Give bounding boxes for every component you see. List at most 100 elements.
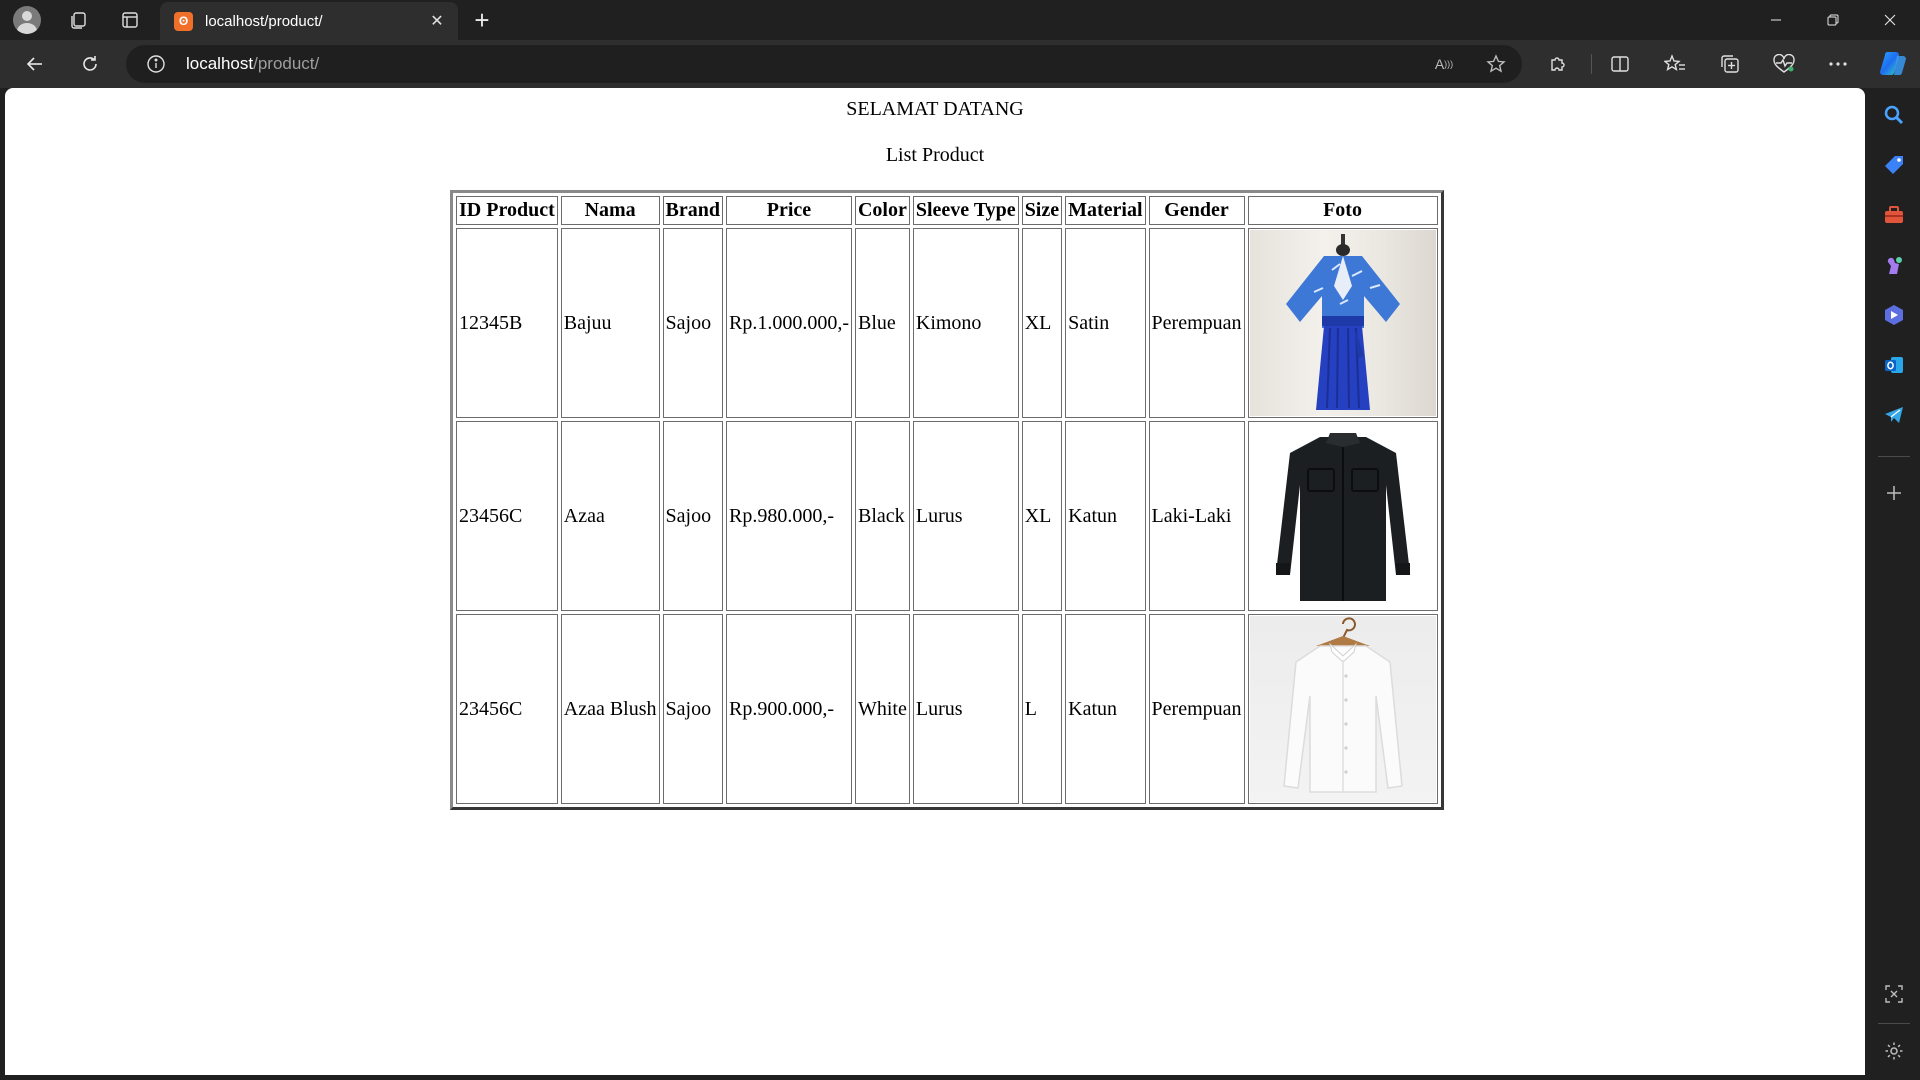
games-icon[interactable] — [1881, 252, 1907, 278]
minimize-button[interactable] — [1748, 0, 1804, 40]
cell-price: Rp.1.000.000,- — [725, 228, 852, 418]
heart-pulse-icon — [1773, 54, 1795, 73]
read-aloud-icon[interactable]: A))) — [1432, 52, 1456, 76]
column-header: Nama — [560, 196, 660, 225]
cell-size: L — [1021, 614, 1063, 804]
favorites-list-icon — [1664, 54, 1685, 71]
profile-avatar-icon — [13, 6, 41, 34]
copilot-app-icon[interactable] — [1881, 302, 1907, 328]
toolbar-separator — [1591, 54, 1592, 74]
cell-id: 23456C — [456, 421, 558, 611]
column-header: Material — [1065, 196, 1146, 225]
settings-icon[interactable] — [1881, 1038, 1907, 1064]
blue-kimono-dress-photo — [1249, 230, 1436, 416]
url-text[interactable]: localhost/product/ — [186, 54, 319, 74]
sidebar-separator — [1878, 1023, 1910, 1024]
edge-sidebar — [1868, 88, 1920, 1080]
cell-price: Rp.900.000,- — [725, 614, 852, 804]
restore-button[interactable] — [1805, 0, 1861, 40]
collections-icon — [1721, 55, 1739, 73]
cell-material: Katun — [1065, 614, 1146, 804]
copilot-icon — [1880, 52, 1906, 76]
toolbox-icon[interactable] — [1881, 202, 1907, 228]
site-info-icon[interactable] — [146, 54, 166, 74]
column-header: Foto — [1247, 196, 1438, 225]
address-bar[interactable]: localhost/product/ A))) — [126, 45, 1522, 83]
cell-sleeve: Lurus — [912, 421, 1019, 611]
tab-actions-icon — [122, 12, 138, 28]
welcome-heading: SELAMAT DATANG — [846, 98, 1024, 120]
split-screen-icon — [1611, 56, 1629, 72]
cell-brand: Sajoo — [662, 614, 723, 804]
sidebar-separator — [1878, 456, 1910, 457]
table-row: 23456C Azaa Sajoo Rp.980.000,- Black Lur… — [456, 421, 1438, 611]
search-icon[interactable] — [1881, 102, 1907, 128]
workspaces-button[interactable] — [62, 5, 94, 35]
cell-nama: Azaa — [560, 421, 660, 611]
reload-button[interactable] — [72, 46, 108, 82]
collections-button[interactable] — [1716, 50, 1744, 78]
outlook-icon[interactable] — [1881, 352, 1907, 378]
column-header: Gender — [1148, 196, 1245, 225]
close-window-icon — [1884, 14, 1896, 26]
read-aloud-label: A — [1434, 56, 1445, 72]
more-dots-icon — [1829, 62, 1847, 66]
cell-gender: Perempuan — [1148, 228, 1245, 418]
cell-brand: Sajoo — [662, 228, 723, 418]
xampp-icon: ʘ — [174, 11, 193, 31]
copilot-button[interactable] — [1878, 48, 1908, 78]
back-arrow-icon — [26, 57, 42, 71]
minimize-icon — [1771, 19, 1781, 21]
favorites-button[interactable] — [1661, 50, 1689, 78]
page-viewport: SELAMAT DATANG List Product ID Product N… — [5, 88, 1865, 1075]
url-path: /product/ — [253, 54, 320, 73]
browser-toolbar: localhost/product/ A))) — [0, 40, 1920, 88]
puzzle-icon — [1551, 57, 1565, 71]
cell-color: Blue — [854, 228, 910, 418]
product-table: ID Product Nama Brand Price Color Sleeve… — [450, 190, 1444, 810]
add-icon[interactable] — [1881, 480, 1907, 506]
window-bottom-border — [0, 1075, 1920, 1080]
table-row: 23456C Azaa Blush Sajoo Rp.900.000,- Whi… — [456, 614, 1438, 804]
column-header: Brand — [662, 196, 723, 225]
column-header: Sleeve Type — [912, 196, 1019, 225]
column-header: Price — [725, 196, 852, 225]
black-long-sleeve-shirt-photo — [1249, 423, 1436, 609]
tab-close-icon[interactable]: ✕ — [422, 6, 452, 36]
tab-actions-button[interactable] — [114, 5, 146, 35]
cell-sleeve: Lurus — [912, 614, 1019, 804]
close-window-button[interactable] — [1862, 0, 1918, 40]
column-header: ID Product — [456, 196, 558, 225]
cell-gender: Perempuan — [1148, 614, 1245, 804]
cell-material: Satin — [1065, 228, 1146, 418]
extensions-button[interactable] — [1544, 50, 1572, 78]
star-icon — [1486, 54, 1506, 73]
active-tab[interactable]: ʘ localhost/product/ ✕ — [160, 2, 458, 40]
cell-sleeve: Kimono — [912, 228, 1019, 418]
new-tab-button[interactable]: + — [466, 5, 498, 35]
browser-essentials-button[interactable] — [1770, 50, 1798, 78]
telegram-icon[interactable] — [1881, 402, 1907, 428]
cell-photo — [1247, 614, 1438, 804]
more-options-button[interactable] — [1824, 50, 1852, 78]
cell-brand: Sajoo — [662, 421, 723, 611]
reload-icon — [83, 56, 97, 71]
cell-photo — [1247, 228, 1438, 418]
cell-id: 23456C — [456, 614, 558, 804]
cell-photo — [1247, 421, 1438, 611]
back-button[interactable] — [17, 46, 53, 82]
screenshot-icon[interactable] — [1881, 981, 1907, 1007]
profile-button[interactable] — [11, 5, 43, 35]
tab-title: localhost/product/ — [205, 12, 323, 30]
workspaces-icon — [71, 12, 86, 29]
cell-material: Katun — [1065, 421, 1146, 611]
shopping-tag-icon[interactable] — [1881, 152, 1907, 178]
url-host: localhost — [186, 54, 254, 73]
cell-color: White — [854, 614, 910, 804]
column-header: Color — [854, 196, 910, 225]
cell-nama: Bajuu — [560, 228, 660, 418]
list-title: List Product — [885, 144, 985, 166]
add-favorite-button[interactable] — [1484, 52, 1508, 76]
split-screen-button[interactable] — [1606, 50, 1634, 78]
table-row: 12345B Bajuu Sajoo Rp.1.000.000,- Blue K… — [456, 228, 1438, 418]
